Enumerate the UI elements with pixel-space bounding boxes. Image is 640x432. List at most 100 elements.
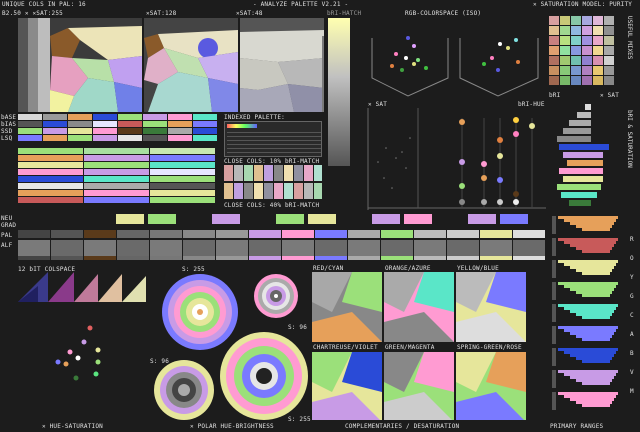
sat-scatter-label: ✕ SAT xyxy=(368,101,388,108)
close-col-cell xyxy=(294,165,303,181)
primary-range-band xyxy=(558,326,618,329)
primary-ranges-svg xyxy=(552,216,618,410)
primary-range-band xyxy=(570,244,614,247)
strip-base-cell xyxy=(183,256,215,260)
colspace-12bit-plot[interactable] xyxy=(18,272,148,418)
mix-band xyxy=(150,176,215,182)
mix-band xyxy=(84,148,149,154)
polar-discs[interactable] xyxy=(150,272,312,422)
primary-range-band xyxy=(582,382,610,385)
strip-pal-cell xyxy=(315,230,347,238)
strip-base-cell xyxy=(348,256,380,260)
close-col-cell xyxy=(294,183,303,199)
primary-range-band xyxy=(582,316,610,319)
bri-hue-scatter[interactable] xyxy=(366,108,546,210)
mix-cell xyxy=(143,121,167,127)
palette-cell xyxy=(560,56,570,65)
strip-pal-cell xyxy=(51,230,83,238)
palette-cell xyxy=(582,36,592,45)
strip-pal-cell xyxy=(480,230,512,238)
primary-range-band xyxy=(576,401,612,404)
close-col-cell xyxy=(244,165,253,181)
close-col-cell xyxy=(284,165,293,181)
polar-discs-svg xyxy=(154,274,308,420)
strip-base-cell xyxy=(315,256,347,260)
strip-base-cell xyxy=(117,256,149,260)
bri-saturation-label: bRI & SATURATION xyxy=(626,110,633,168)
palette-cell xyxy=(571,46,581,55)
primary-range-band xyxy=(576,313,612,316)
palette-cell xyxy=(549,76,559,85)
mix-band xyxy=(18,155,83,161)
pair-orange-azure: ORANGE/AZURE xyxy=(385,265,431,272)
footer-polar-hue-brightness[interactable]: ✕ POLAR HUE-BRIGHTNESS xyxy=(190,423,274,430)
palette-cell xyxy=(582,26,592,35)
palette-cell xyxy=(604,36,614,45)
rgb-cube-svg xyxy=(371,36,539,97)
footer-primary-ranges[interactable]: PRIMARY RANGES xyxy=(550,423,603,430)
indexed-palette-label: INDEXED PALETTE: xyxy=(224,114,285,121)
mix-cell xyxy=(168,121,192,127)
row-label-ssd: SSD xyxy=(1,128,13,135)
primary-range-band xyxy=(582,360,610,363)
palette-cell xyxy=(593,46,603,55)
mix-bars[interactable] xyxy=(18,114,218,206)
strip-base-cell xyxy=(150,256,182,260)
palette-cell xyxy=(549,56,559,65)
palette-cell xyxy=(604,46,614,55)
spectrum-letter: B xyxy=(630,350,634,357)
strip-alf-cell xyxy=(315,240,347,256)
strip-swatch-top xyxy=(116,214,144,224)
mix-band xyxy=(150,169,215,175)
footer-complementaries[interactable]: COMPLEMENTARIES / DESATURATION xyxy=(345,423,459,430)
strip-pal-cell xyxy=(513,230,545,238)
palette-cell xyxy=(582,76,592,85)
palette-cell xyxy=(560,16,570,25)
mix-cell xyxy=(193,128,217,134)
complementaries-grid[interactable] xyxy=(312,264,528,420)
pair-spring-green-rose: SPRING-GREEN/ROSE xyxy=(457,344,522,351)
close-col-cell xyxy=(224,165,233,181)
close-col-cell xyxy=(304,183,313,199)
hue-saturation-map[interactable] xyxy=(18,18,324,112)
strip-alf-cell xyxy=(51,240,83,256)
mix-cell xyxy=(68,121,92,127)
saturation-model-toggle[interactable]: ✕ SATURATION MODEL: PURITY xyxy=(533,1,632,8)
close-col-cell xyxy=(234,183,243,199)
palette-cell xyxy=(571,26,581,35)
close-col-cell xyxy=(274,165,283,181)
palette-strip[interactable] xyxy=(18,212,546,262)
mix-cell xyxy=(18,128,42,134)
strip-alf-cell xyxy=(414,240,446,256)
strip-pal-cell xyxy=(216,230,248,238)
palette-grid[interactable] xyxy=(549,16,615,88)
palette-cell xyxy=(593,66,603,75)
indexed-palette-swatch[interactable] xyxy=(224,121,322,157)
strip-base-cell xyxy=(480,256,512,260)
polar-disc-s255-a xyxy=(197,309,203,315)
mix-cell xyxy=(18,121,42,127)
primary-range-band xyxy=(558,370,618,373)
strip-swatch-top xyxy=(148,214,176,224)
palette-cell xyxy=(604,76,614,85)
mix-band xyxy=(18,169,83,175)
mix-band xyxy=(84,183,149,189)
footer-hue-saturation[interactable]: ✕ HUE-SATURATION xyxy=(42,423,103,430)
rgb-colorspace-plot[interactable] xyxy=(368,18,546,98)
strip-label-grad: GRAD xyxy=(1,222,17,229)
mix-cell xyxy=(18,135,42,141)
mix-band xyxy=(84,169,149,175)
app-title: - ANALYZE PALETTE V2.21 - xyxy=(253,1,349,8)
mix-band xyxy=(18,148,83,154)
strip-pal-cell xyxy=(249,230,281,238)
mix-cell xyxy=(43,114,67,120)
close-col-cell xyxy=(224,183,233,199)
mix-band xyxy=(150,162,215,168)
palette-cell xyxy=(593,56,603,65)
primary-range-band xyxy=(564,329,616,332)
primary-ranges-chart[interactable] xyxy=(548,212,624,420)
bri-hatch-label: bRI-HATCH xyxy=(327,10,362,17)
close-cols-10-grid[interactable] xyxy=(224,165,322,201)
palette-cell xyxy=(571,16,581,25)
rgb-colorspace-title: RGB-COLORSPACE (ISO) xyxy=(405,10,482,17)
